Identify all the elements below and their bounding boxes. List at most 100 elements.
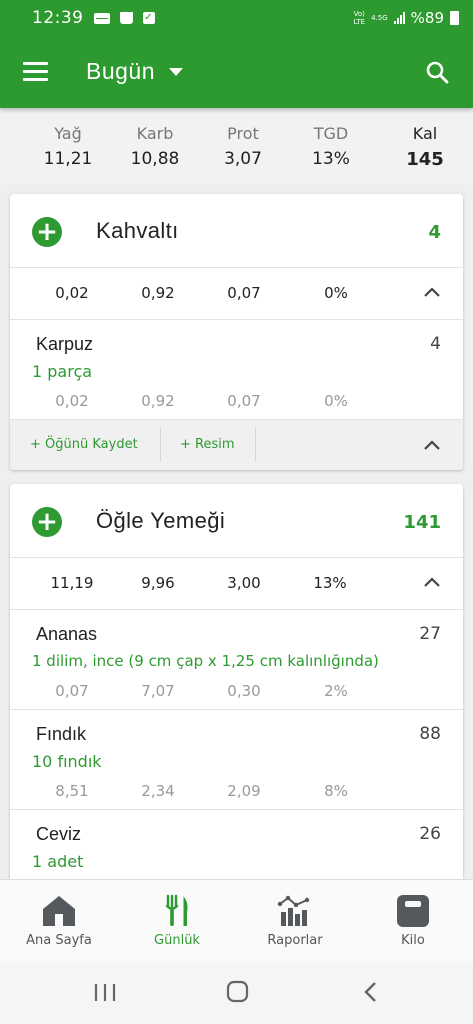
summary-rdi: TGD 13% [296,124,366,169]
meal-footer: + Öğünü Kaydet + Resim [10,420,463,470]
macro-fat: 0,02 [55,284,89,302]
food-portion: 10 fındık [32,752,102,771]
chevron-up-icon[interactable] [423,286,441,298]
meal-header[interactable]: + Kahvaltı 4 [10,194,463,268]
system-navigation [0,963,473,1024]
fork-knife-icon [165,894,188,926]
shopping-bag-icon [119,12,133,24]
divider [255,428,256,462]
volte-label: Vo) [353,10,365,18]
food-macro-fat: 0,02 [55,392,89,410]
food-portion: 1 dilim, ince (9 cm çap x 1,25 cm kalınl… [32,652,379,670]
food-calories: 88 [419,724,441,744]
card-notification-icon [93,12,110,24]
summary-value: 145 [406,149,444,170]
divider [160,428,161,462]
meal-header[interactable]: + Öğle Yemeği 141 [10,484,463,558]
food-item[interactable]: Karpuz 4 1 parça 0,02 0,92 0,07 0% [10,320,463,420]
save-meal-button[interactable]: + Öğünü Kaydet [30,420,138,470]
food-item[interactable]: Fındık 88 10 fındık 8,51 2,34 2,09 8% [10,710,463,810]
nav-label: Raporlar [267,933,323,948]
food-macro-protein: 0,07 [227,392,261,410]
food-macro-carb: 2,34 [141,782,175,800]
check-notification-icon: ✓ [142,12,155,24]
caret-down-icon [169,67,184,76]
chevron-up-icon[interactable] [423,576,441,588]
bottom-navigation: Ana Sayfa Günlük Raporlar Kilo [0,879,473,963]
lte-label: LTE [353,18,366,26]
nav-diary[interactable]: Günlük [118,880,236,964]
nav-home[interactable]: Ana Sayfa [0,880,118,964]
food-item[interactable]: Ananas 27 1 dilim, ince (9 cm çap x 1,25… [10,610,463,710]
recent-apps-icon[interactable] [65,963,145,1024]
macro-carb: 0,92 [141,284,175,302]
status-bar: 12:39 ✓ Vo) LTE 4.5G %89 [0,0,473,36]
add-photo-button[interactable]: + Resim [180,420,235,470]
meal-name: Kahvaltı [96,218,179,243]
summary-calories: Kal 145 [390,124,460,170]
food-name: Ananas [36,624,98,644]
meal-calories: 4 [428,222,441,243]
food-portion: 1 adet [32,852,84,871]
macro-rdi: 13% [313,574,347,592]
page-title: Bugün [86,58,156,84]
summary-value: 10,88 [130,149,180,169]
summary-value: 11,21 [43,149,93,169]
status-time: 12:39 [32,8,84,28]
menu-icon[interactable] [23,62,48,82]
food-macro-fat: 0,07 [55,682,89,700]
summary-carb: Karb 10,88 [120,124,190,169]
food-calories: 26 [419,824,441,844]
food-calories: 4 [430,334,441,354]
food-macro-protein: 2,09 [227,782,261,800]
summary-label: Yağ [54,124,82,143]
food-item[interactable]: Ceviz 26 1 adet [10,810,463,879]
battery-percent: %89 [410,9,444,27]
food-macro-fat: 8,51 [55,782,89,800]
add-food-button[interactable]: + [32,507,62,537]
macro-fat: 11,19 [50,574,94,592]
macro-protein: 0,07 [227,284,261,302]
macro-carb: 9,96 [141,574,175,592]
chart-icon [277,895,310,926]
meal-card-breakfast: + Kahvaltı 4 0,02 0,92 0,07 0% Karpuz 4 … [10,194,463,470]
food-name: Fındık [36,724,87,744]
food-macro-protein: 0,30 [227,682,261,700]
summary-value: 13% [312,149,350,169]
chevron-up-icon[interactable] [423,439,441,451]
macro-protein: 3,00 [227,574,261,592]
food-macro-rdi: 8% [324,782,348,800]
battery-icon [450,11,459,25]
meal-name: Öğle Yemeği [96,508,226,533]
home-button-icon[interactable] [197,963,277,1024]
nav-reports[interactable]: Raporlar [236,880,354,964]
food-name: Karpuz [36,334,94,354]
food-macro-rdi: 0% [324,392,348,410]
add-food-button[interactable]: + [32,217,62,247]
app-bar: Bugün [0,36,473,108]
date-selector[interactable]: Bugün [86,58,184,85]
signal-icon [393,12,405,24]
summary-label: Karb [136,124,174,143]
meal-macros: 11,19 9,96 3,00 13% [10,558,463,610]
network-gen: 4.5G [371,14,388,22]
summary-label: TGD [313,124,349,143]
food-portion: 1 parça [32,362,93,381]
nav-label: Kilo [401,933,425,948]
summary-value: 3,07 [224,149,262,169]
summary-protein: Prot 3,07 [208,124,278,169]
search-icon[interactable] [425,60,449,84]
summary-label: Prot [227,124,259,143]
macro-rdi: 0% [324,284,348,302]
summary-label: Kal [412,124,438,143]
daily-summary: Yağ 11,21 Karb 10,88 Prot 3,07 TGD 13% K… [0,108,473,184]
scale-icon [397,895,429,927]
food-macro-carb: 0,92 [141,392,175,410]
summary-fat: Yağ 11,21 [33,124,103,169]
back-icon[interactable] [330,963,410,1024]
food-name: Ceviz [36,824,82,844]
food-calories: 27 [419,624,441,644]
meal-card-lunch: + Öğle Yemeği 141 11,19 9,96 3,00 13% An… [10,484,463,879]
nav-weight[interactable]: Kilo [354,880,472,964]
network-type: Vo) LTE [353,10,365,26]
